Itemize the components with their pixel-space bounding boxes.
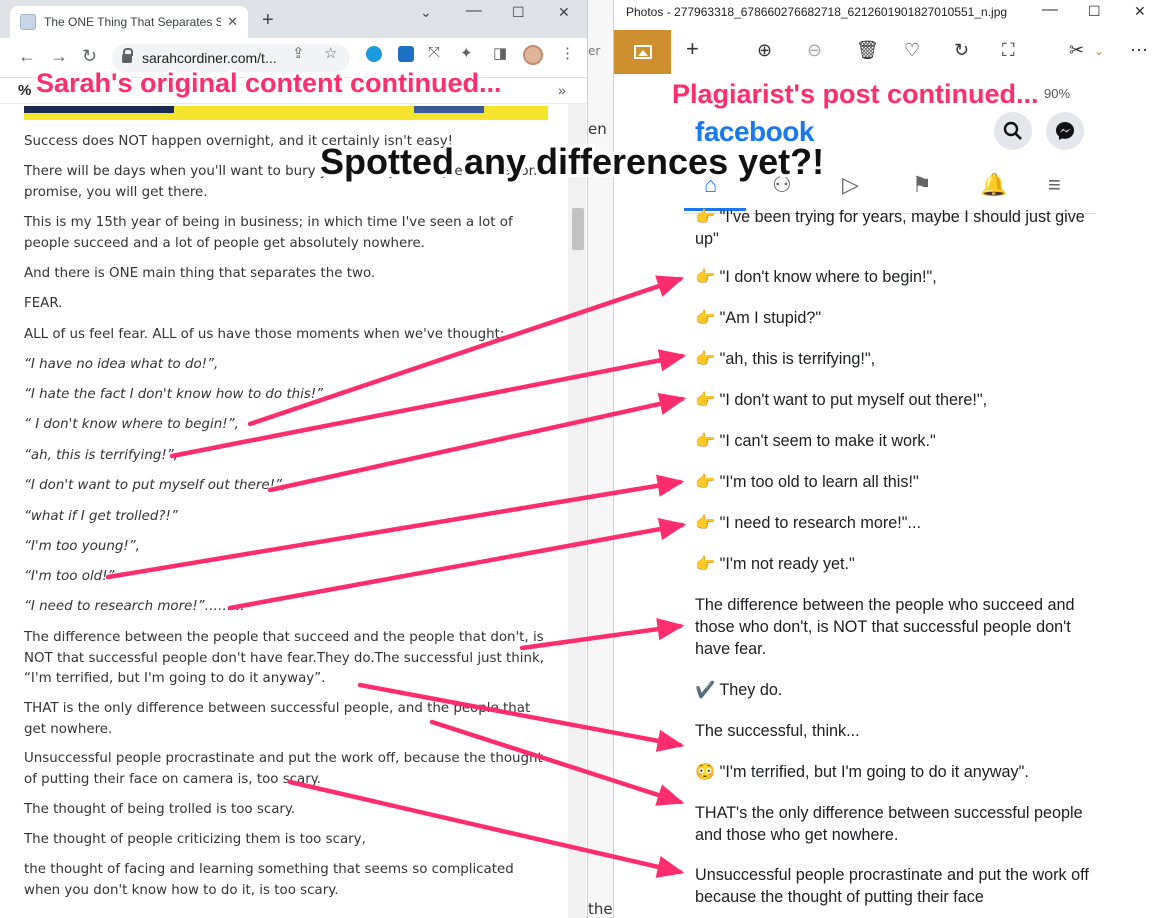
- article-paragraph: Unsuccessful people procrastinate and pu…: [24, 751, 543, 787]
- article-paragraph: The thought of being trolled is too scar…: [24, 802, 296, 817]
- background-text: the: [588, 900, 613, 918]
- screenshot-extension-icon[interactable]: ⤧: [428, 44, 440, 61]
- fb-messenger-button[interactable]: [1046, 112, 1084, 150]
- forward-button[interactable]: →: [50, 46, 68, 67]
- fb-search-button[interactable]: [994, 112, 1032, 150]
- more-options-icon[interactable]: ⋯: [1130, 40, 1148, 61]
- scrollbar-thumb[interactable]: [572, 208, 584, 250]
- side-panel-icon[interactable]: ◨: [493, 44, 507, 62]
- browser-tab[interactable]: The ONE Thing That Separates Su ✕: [10, 6, 248, 38]
- add-button[interactable]: +: [686, 36, 699, 62]
- zoom-level: 90%: [1044, 86, 1071, 101]
- hero-image-strip: [24, 106, 548, 120]
- article-paragraph: ALL of us feel fear. ALL of us have thos…: [24, 327, 505, 342]
- chevron-down-icon[interactable]: ⌄: [420, 4, 432, 21]
- article-paragraph: “ I don't know where to begin!”,: [24, 417, 239, 432]
- fb-post-line: 👉 "I need to research more!"...: [695, 514, 921, 532]
- fb-post-line: 👉 "I can't seem to make it work.": [695, 432, 936, 450]
- article-paragraph: “I hate the fact I don't know how to do …: [24, 387, 328, 402]
- crop-icon[interactable]: ⛶: [1002, 40, 1015, 61]
- photos-app-window: Photos - 277963318_678660276682718_62126…: [613, 0, 1157, 918]
- article-paragraph: This is my 15th year of being in busines…: [24, 215, 513, 251]
- share-icon[interactable]: ⇪: [292, 44, 305, 62]
- maximize-button[interactable]: ☐: [512, 4, 525, 21]
- article-paragraph: “ah, this is terrifying!”,: [24, 448, 178, 463]
- reload-button[interactable]: ↻: [82, 46, 97, 67]
- fb-post-line: ✔️ They do.: [695, 681, 783, 699]
- left-caption: Sarah's original content continued...: [36, 68, 502, 98]
- extensions-puzzle-icon[interactable]: ✦: [460, 44, 473, 62]
- facebook-screenshot: 90% facebook ⌂ ⚇ ▷ ⚑ 🔔 ≡ 👉 "I've been tr…: [684, 86, 1096, 918]
- minimize-button[interactable]: —: [1042, 1, 1058, 19]
- photos-window-title: Photos - 277963318_678660276682718_62126…: [626, 5, 1008, 19]
- cloud-extension-icon[interactable]: [366, 46, 382, 62]
- article-paragraph: “I'm too young!”,: [24, 539, 140, 554]
- tab-title: The ONE Thing That Separates Su: [44, 15, 222, 29]
- url-text: sarahcordiner.com/t...: [142, 50, 277, 66]
- fb-post-line: The difference between the people who su…: [695, 596, 1075, 658]
- fb-post-line: 👉 "Am I stupid?": [695, 309, 822, 327]
- bookmarks-overflow-icon[interactable]: »: [558, 82, 566, 98]
- photos-toolbar: + ⊕ ⊖ 🗑 ♡ ↻ ⛶ ✂ ⌄ ⋯: [614, 30, 1157, 74]
- article-paragraph: THAT is the only difference between succ…: [24, 701, 531, 737]
- fb-post-line: 👉 "I'm too old to learn all this!": [695, 473, 919, 491]
- article-paragraph: The thought of people criticizing them i…: [24, 832, 366, 847]
- fb-post-line: 👉 "I've been trying for years, maybe I s…: [695, 208, 1085, 248]
- article-paragraph: “I have no idea what to do!”,: [24, 357, 219, 372]
- background-text: en: [588, 120, 607, 138]
- chevron-down-icon[interactable]: ⌄: [1094, 44, 1104, 58]
- favorite-heart-icon[interactable]: ♡: [904, 40, 920, 61]
- watch-video-icon[interactable]: ▷: [842, 172, 859, 198]
- pages-flag-icon[interactable]: ⚑: [912, 172, 932, 198]
- tab-favicon-icon: [20, 14, 36, 30]
- article-paragraph: the thought of facing and learning somet…: [24, 862, 514, 898]
- percent-icon[interactable]: %: [18, 82, 31, 99]
- article-paragraph: “I'm too old!”: [24, 569, 115, 584]
- background-window-strip: er en the: [588, 0, 614, 918]
- search-icon: [1003, 121, 1022, 140]
- photo-gallery-button[interactable]: [614, 30, 671, 74]
- menu-kebab-icon[interactable]: ⋮: [560, 44, 575, 62]
- center-caption: Spotted any differences yet?!: [320, 141, 825, 182]
- fb-post-line: THAT's the only difference between succe…: [695, 804, 1083, 844]
- rotate-icon[interactable]: ↻: [954, 40, 969, 61]
- bookmark-star-icon[interactable]: ☆: [324, 44, 337, 62]
- delete-icon[interactable]: 🗑: [856, 40, 879, 61]
- article-paragraph: The difference between the people that s…: [24, 630, 544, 686]
- minimize-button[interactable]: —: [466, 2, 482, 20]
- fb-post-line: 👉 "I'm not ready yet.": [695, 555, 855, 573]
- article-paragraph: “what if I get trolled?!”: [24, 509, 178, 524]
- article-paragraph: FEAR.: [24, 296, 63, 311]
- messenger-icon: [1056, 122, 1074, 140]
- article-paragraph: And there is ONE main thing that separat…: [24, 266, 376, 281]
- chrome-window: The ONE Thing That Separates Su ✕ + ⌄ — …: [0, 0, 588, 918]
- close-window-button[interactable]: ✕: [1134, 3, 1146, 20]
- book-extension-icon[interactable]: [398, 46, 414, 62]
- right-caption: Plagiarist's post continued...: [672, 79, 1039, 109]
- fb-post-line: The successful, think...: [695, 722, 860, 740]
- lock-icon: [122, 47, 133, 63]
- fb-post-line: Unsuccessful people procrastinate and pu…: [695, 866, 1089, 906]
- new-tab-button[interactable]: +: [262, 9, 274, 32]
- maximize-button[interactable]: ☐: [1088, 3, 1101, 20]
- article-paragraph: “I need to research more!”………: [24, 599, 245, 614]
- chrome-tab-strip: The ONE Thing That Separates Su ✕ + ⌄ — …: [0, 0, 587, 38]
- fb-post-line: 👉 "ah, this is terrifying!",: [695, 350, 876, 368]
- fb-post-line: 😳 "I'm terrified, but I'm going to do it…: [695, 763, 1029, 781]
- notifications-bell-icon[interactable]: 🔔: [980, 172, 1007, 198]
- article-paragraph: “I don't want to put myself out there!”,: [24, 478, 287, 493]
- close-tab-icon[interactable]: ✕: [227, 14, 238, 30]
- fb-post-line: 👉 "I don't know where to begin!",: [695, 268, 937, 286]
- close-window-button[interactable]: ✕: [558, 4, 570, 21]
- edit-tools-icon[interactable]: ✂: [1069, 40, 1084, 61]
- menu-hamburger-icon[interactable]: ≡: [1048, 172, 1061, 198]
- image-icon: [633, 45, 652, 59]
- back-button[interactable]: ←: [18, 46, 36, 67]
- zoom-in-icon[interactable]: ⊕: [757, 40, 772, 61]
- background-text: er: [588, 44, 601, 58]
- profile-avatar[interactable]: [523, 45, 543, 65]
- fb-post-line: 👉 "I don't want to put myself out there!…: [695, 391, 988, 409]
- zoom-out-icon[interactable]: ⊖: [807, 40, 822, 61]
